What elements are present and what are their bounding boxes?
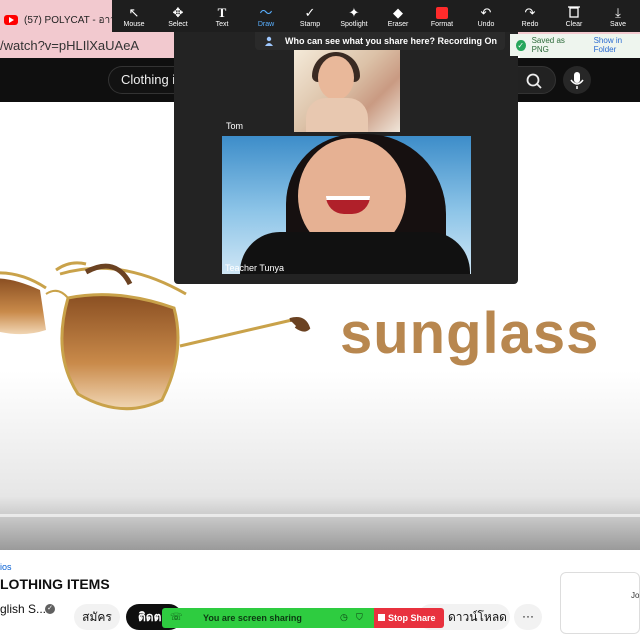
verified-icon: ✓ [45,604,55,614]
tool-clear[interactable]: Clear [552,0,596,32]
shield-icon[interactable]: ⛉ [356,612,363,623]
participant-name-tunya: Teacher Tunya [225,263,285,273]
select-icon: ✥ [172,4,184,20]
participants-icon [264,36,274,46]
tool-select[interactable]: ✥ Select [156,0,200,32]
tool-stamp[interactable]: ✓ Stamp [288,0,332,32]
saved-text: Saved as PNG [531,36,565,54]
spotlight-icon: ✦ [348,4,360,20]
search-button[interactable] [512,66,556,94]
microphone-icon [570,72,584,89]
save-icon: ⤓ [615,4,621,20]
tool-eraser[interactable]: ◆ Eraser [376,0,420,32]
more-button[interactable]: ··· [514,604,542,630]
browser-tab[interactable]: (57) POLYCAT - อาวรณ์ | [0,6,120,34]
show-in-folder-link[interactable]: Show in Folder [594,36,640,54]
clear-icon [568,5,580,21]
tool-label: Select [168,20,188,28]
join-button[interactable]: สมัคร [74,604,120,630]
tool-format[interactable]: Format [420,0,464,32]
timer-icon[interactable]: ◷ [340,612,348,623]
undo-icon: ↶ [480,4,492,20]
tool-label: Eraser [387,20,409,28]
check-icon: ✓ [516,39,526,51]
recording-notice[interactable]: Who can see what you share here? Recordi… [255,32,505,50]
video-progress-bar[interactable] [0,514,640,517]
tool-draw[interactable]: 〜 Draw [244,0,288,32]
tool-label: Format [430,20,454,28]
voice-search-button[interactable] [563,66,591,94]
search-input[interactable]: Clothing it [108,66,178,94]
phone-icon: ☏ [170,612,183,623]
draw-icon: 〜 [259,4,273,20]
search-icon [526,73,542,89]
tool-label: Text [215,20,229,28]
tool-label: Mouse [123,20,145,28]
tool-label: Redo [521,20,539,28]
tool-text[interactable]: T Text [200,0,244,32]
recording-notice-text: Who can see what you share here? Recordi… [285,36,498,46]
youtube-logo-icon [4,15,18,25]
video-title: LOTHING ITEMS [0,576,110,592]
tool-mouse[interactable]: ↖ Mouse [112,0,156,32]
tool-label: Stamp [299,20,321,28]
text-icon: T [217,4,227,20]
participant-tom-face [318,56,354,100]
sharing-status: You are screen sharing [203,613,302,623]
tool-label: Draw [257,20,275,28]
tool-redo[interactable]: ↷ Redo [508,0,552,32]
hashtag-link[interactable]: ios [0,562,12,572]
stamp-icon: ✓ [304,4,316,20]
tool-label: Clear [565,20,583,28]
participant-tom-body [306,98,368,132]
tool-save[interactable]: ⤓ Save [596,0,640,32]
zoom-annotation-toolbar: ↖ Mouse ✥ Select T Text 〜 Draw ✓ Stamp ✦ Spotl… [112,0,640,32]
mouse-pointer-icon: ↖ [128,4,140,20]
tab-title: (57) POLYCAT - อาวรณ์ | [24,14,120,26]
tool-undo[interactable]: ↶ Undo [464,0,508,32]
eraser-icon: ◆ [393,4,403,20]
tool-spotlight[interactable]: ✦ Spotlight [332,0,376,32]
tool-label: Undo [477,20,495,28]
side-card[interactable]: Jo [560,572,640,634]
saved-toast: ✓ Saved as PNG Show in Folder [510,34,640,56]
stop-icon [378,614,385,621]
participant-name-tom: Tom [226,121,244,131]
channel-name[interactable]: glish S... [0,602,46,616]
format-icon [436,6,448,19]
video-overlay-text: sunglass [340,301,600,366]
tool-label: Spotlight [340,20,368,28]
redo-icon: ↷ [524,4,536,20]
address-bar[interactable]: /watch?v=pHLIlXaUAeA [0,34,200,58]
tool-label: Save [610,20,626,28]
